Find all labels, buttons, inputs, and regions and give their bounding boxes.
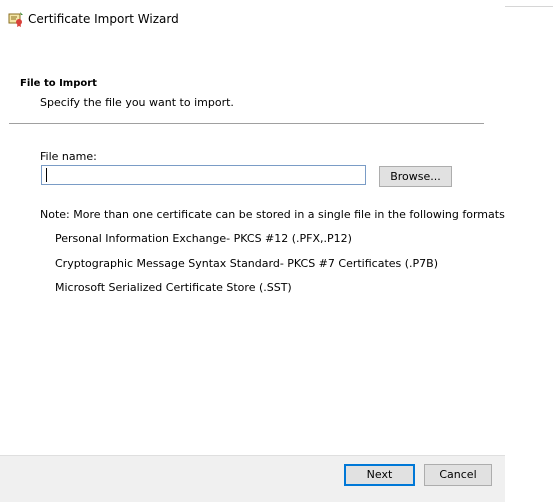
file-name-input[interactable]: [41, 165, 366, 185]
next-button[interactable]: Next: [344, 464, 415, 486]
page-subheading: Specify the file you want to import.: [40, 96, 234, 109]
format-item: Personal Information Exchange- PKCS #12 …: [55, 232, 352, 245]
background-window-edge: [505, 0, 553, 502]
format-item: Microsoft Serialized Certificate Store (…: [55, 281, 292, 294]
header-separator: [9, 123, 484, 124]
certificate-import-wizard-window: Certificate Import Wizard File to Import…: [0, 0, 509, 502]
edge-line: [505, 6, 553, 7]
certificate-wizard-icon: [8, 11, 24, 27]
format-item: Cryptographic Message Syntax Standard- P…: [55, 257, 439, 270]
file-name-label: File name:: [40, 150, 97, 163]
title-bar: Certificate Import Wizard: [0, 0, 505, 40]
page-heading: File to Import: [20, 78, 97, 89]
text-caret: [46, 168, 47, 182]
browse-button[interactable]: Browse...: [379, 166, 452, 187]
cancel-button[interactable]: Cancel: [424, 464, 492, 486]
window-title: Certificate Import Wizard: [28, 12, 179, 26]
formats-note: Note: More than one certificate can be s…: [40, 208, 509, 221]
